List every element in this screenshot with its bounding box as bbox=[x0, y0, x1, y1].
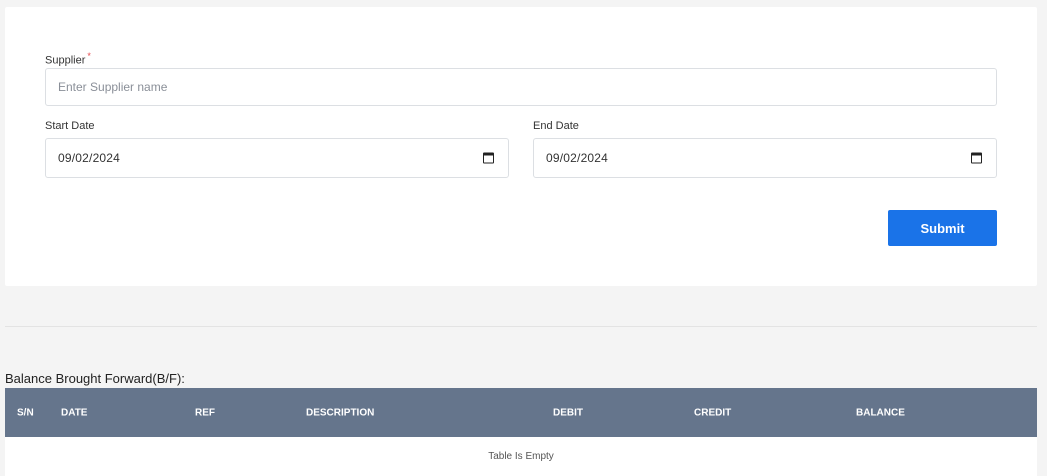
balance-brought-forward-title: Balance Brought Forward(B/F): bbox=[5, 371, 185, 386]
supplier-input[interactable]: Enter Supplier name bbox=[45, 68, 997, 106]
column-header-sn[interactable]: S/N bbox=[17, 407, 34, 418]
start-date-input[interactable]: 09/02/2024 bbox=[45, 138, 509, 178]
submit-button[interactable]: Submit bbox=[888, 210, 997, 246]
column-header-balance[interactable]: BALANCE bbox=[856, 407, 905, 418]
column-header-debit[interactable]: DEBIT bbox=[553, 407, 583, 418]
ledger-table-body: Table Is Empty bbox=[5, 437, 1037, 476]
column-header-description[interactable]: DESCRIPTION bbox=[306, 407, 374, 418]
column-header-date[interactable]: DATE bbox=[61, 407, 87, 418]
section-divider bbox=[5, 326, 1037, 327]
supplier-placeholder: Enter Supplier name bbox=[58, 80, 168, 94]
calendar-icon[interactable] bbox=[483, 152, 494, 164]
start-date-label: Start Date bbox=[45, 120, 95, 132]
required-mark: * bbox=[87, 51, 91, 61]
end-date-label: End Date bbox=[533, 120, 579, 132]
column-header-credit[interactable]: CREDIT bbox=[694, 407, 731, 418]
supplier-label-text: Supplier bbox=[45, 54, 86, 67]
calendar-icon[interactable] bbox=[971, 152, 982, 164]
column-header-ref[interactable]: REF bbox=[195, 407, 215, 418]
start-date-value: 09/02/2024 bbox=[58, 151, 121, 165]
end-date-input[interactable]: 09/02/2024 bbox=[533, 138, 997, 178]
supplier-label: Supplier * bbox=[45, 51, 91, 67]
ledger-table-header: S/N DATE REF DESCRIPTION DEBIT CREDIT BA… bbox=[5, 388, 1037, 437]
empty-table-message: Table Is Empty bbox=[488, 451, 554, 462]
report-filter-card: Supplier * Enter Supplier name Start Date… bbox=[5, 7, 1037, 286]
end-date-value: 09/02/2024 bbox=[546, 151, 609, 165]
